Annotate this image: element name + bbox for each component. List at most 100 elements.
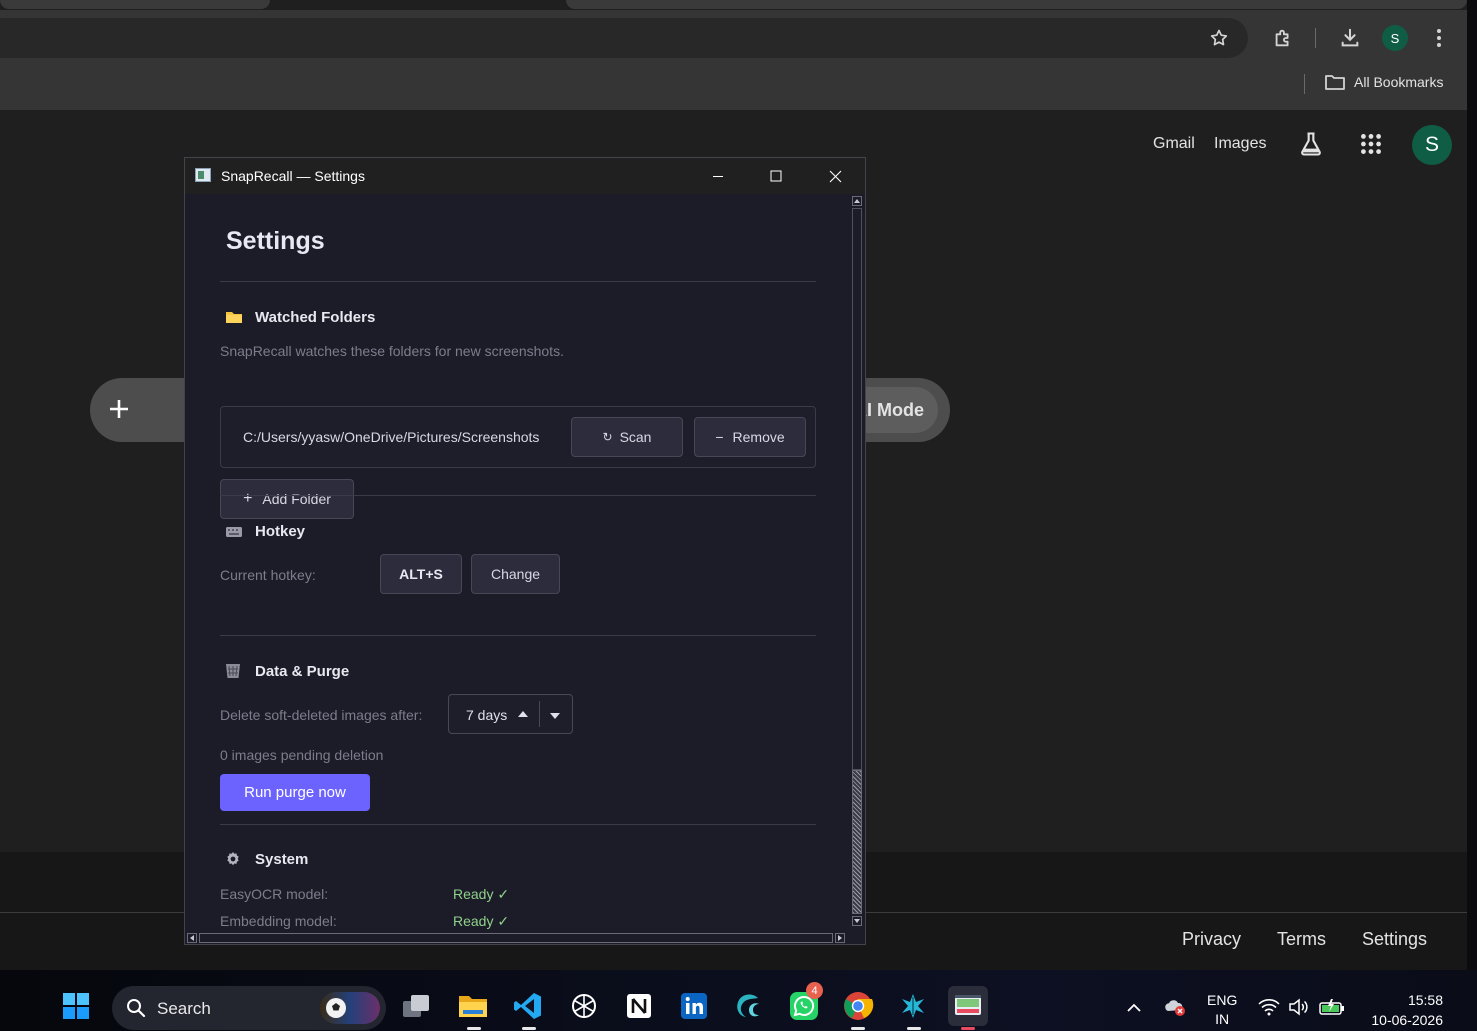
notification-badge: 4 [806, 982, 823, 999]
days-spinbox[interactable]: 7 days [448, 694, 573, 734]
refresh-icon: ↻ [602, 430, 613, 444]
watched-folders-description: SnapRecall watches these folders for new… [220, 343, 564, 359]
input-language[interactable]: ENG IN [1207, 991, 1237, 1029]
running-indicator [961, 1027, 975, 1030]
hotkey-label: Current hotkey: [220, 567, 316, 583]
running-indicator [907, 1027, 921, 1030]
vscode-app[interactable] [508, 986, 548, 1026]
scroll-right-arrow-icon[interactable] [835, 933, 845, 943]
privacy-link[interactable]: Privacy [1182, 929, 1241, 950]
task-view-button[interactable] [396, 986, 436, 1026]
bookmark-star-icon[interactable] [1204, 23, 1234, 53]
show-hidden-icons[interactable] [1126, 1000, 1142, 1016]
language-code: ENG [1207, 992, 1238, 1008]
more-menu-icon[interactable] [1424, 23, 1454, 53]
all-bookmarks-button[interactable]: All Bookmarks [1324, 73, 1443, 91]
scroll-down-arrow-icon[interactable] [852, 916, 862, 926]
file-explorer-app[interactable] [453, 986, 493, 1026]
clock-date: 10-06-2026 [1371, 1012, 1443, 1028]
clock[interactable]: 15:58 10-06-2026 [1365, 990, 1443, 1030]
vertical-scrollbar[interactable] [849, 194, 865, 931]
gmail-link[interactable]: Gmail [1153, 135, 1195, 153]
profile-avatar[interactable]: S [1382, 25, 1408, 51]
scroll-left-arrow-icon[interactable] [187, 933, 197, 943]
scan-label: Scan [619, 429, 652, 445]
add-folder-button[interactable]: + Add Folder [220, 479, 354, 519]
watched-folders-title: Watched Folders [255, 309, 376, 326]
terms-link[interactable]: Terms [1277, 929, 1326, 950]
browser-app[interactable] [729, 986, 769, 1026]
toolbar-divider [1315, 28, 1316, 48]
chrome-icon [844, 992, 874, 1020]
snaprecall-app[interactable] [948, 986, 988, 1026]
page-title: Settings [226, 227, 325, 255]
minimize-button[interactable] [695, 158, 741, 194]
snaprecall-icon [955, 995, 981, 1015]
python-app[interactable] [893, 986, 933, 1026]
whatsapp-app[interactable]: 4 [784, 982, 824, 1026]
scan-button[interactable]: ↻ Scan [571, 417, 683, 457]
wifi-icon[interactable] [1258, 998, 1280, 1019]
scroll-up-arrow-icon[interactable] [852, 196, 862, 206]
window-titlebar[interactable]: SnapRecall — Settings [185, 158, 865, 194]
onedrive-icon[interactable] [1163, 997, 1187, 1020]
wave-browser-icon [737, 994, 759, 1017]
linkedin-app[interactable] [674, 986, 714, 1026]
horizontal-scrollbar[interactable] [185, 931, 849, 944]
divider [220, 824, 816, 825]
easyocr-status: Ready ✓ [453, 886, 510, 902]
settings-link[interactable]: Settings [1362, 929, 1427, 950]
windows-logo-icon [63, 993, 89, 1019]
hotkey-value: ALT+S [380, 554, 462, 594]
divider [220, 495, 816, 496]
remove-button[interactable]: − Remove [694, 417, 806, 457]
apps-grid-icon[interactable] [1358, 131, 1384, 162]
account-avatar[interactable]: S [1412, 125, 1452, 165]
hotkey-title: Hotkey [255, 523, 306, 540]
volume-icon[interactable] [1288, 998, 1310, 1019]
battery-icon[interactable] [1319, 998, 1345, 1019]
taskbar-search[interactable]: Search [112, 986, 386, 1030]
soccer-ball-icon [326, 998, 346, 1018]
embedding-label: Embedding model: [220, 913, 337, 929]
increment-arrow-icon[interactable] [517, 707, 529, 725]
system-title: System [255, 851, 309, 868]
gear-icon [225, 851, 243, 867]
chatgpt-app[interactable] [564, 986, 604, 1026]
labs-icon[interactable] [1297, 130, 1325, 163]
scrollbar-thumb[interactable] [852, 770, 862, 914]
run-purge-button[interactable]: Run purge now [220, 774, 370, 811]
folder-icon [225, 309, 243, 325]
maximize-button[interactable] [753, 158, 799, 194]
close-button[interactable] [812, 158, 858, 194]
window-title: SnapRecall — Settings [221, 168, 365, 184]
all-bookmarks-label: All Bookmarks [1354, 74, 1444, 90]
extensions-icon[interactable] [1268, 23, 1298, 53]
address-bar[interactable] [0, 18, 1248, 58]
remove-label: Remove [732, 429, 785, 445]
add-folder-label: Add Folder [262, 491, 331, 507]
scrollbar-track [852, 208, 862, 770]
decrement-arrow-icon[interactable] [549, 709, 561, 727]
file-explorer-icon [459, 996, 487, 1017]
plus-icon[interactable] [108, 398, 130, 425]
divider [220, 281, 816, 282]
change-hotkey-button[interactable]: Change [471, 554, 560, 594]
images-link[interactable]: Images [1214, 135, 1266, 153]
browser-tab[interactable] [566, 0, 1467, 9]
start-button[interactable] [56, 986, 96, 1026]
chrome-app[interactable] [838, 986, 878, 1026]
download-icon[interactable] [1335, 23, 1365, 53]
running-indicator [851, 1027, 865, 1030]
notion-app[interactable] [619, 986, 659, 1026]
bookmarks-bar: All Bookmarks [0, 66, 1467, 110]
browser-tab[interactable] [0, 0, 270, 9]
horizontal-scrollbar-thumb[interactable] [199, 933, 833, 943]
bookmarks-divider [1304, 74, 1305, 94]
minus-icon: − [715, 429, 724, 445]
search-highlight-image [320, 992, 380, 1024]
desktop-edge [1467, 0, 1477, 975]
tab-strip [0, 0, 1467, 10]
region-code: IN [1215, 1011, 1230, 1027]
search-placeholder: Search [157, 999, 211, 1018]
